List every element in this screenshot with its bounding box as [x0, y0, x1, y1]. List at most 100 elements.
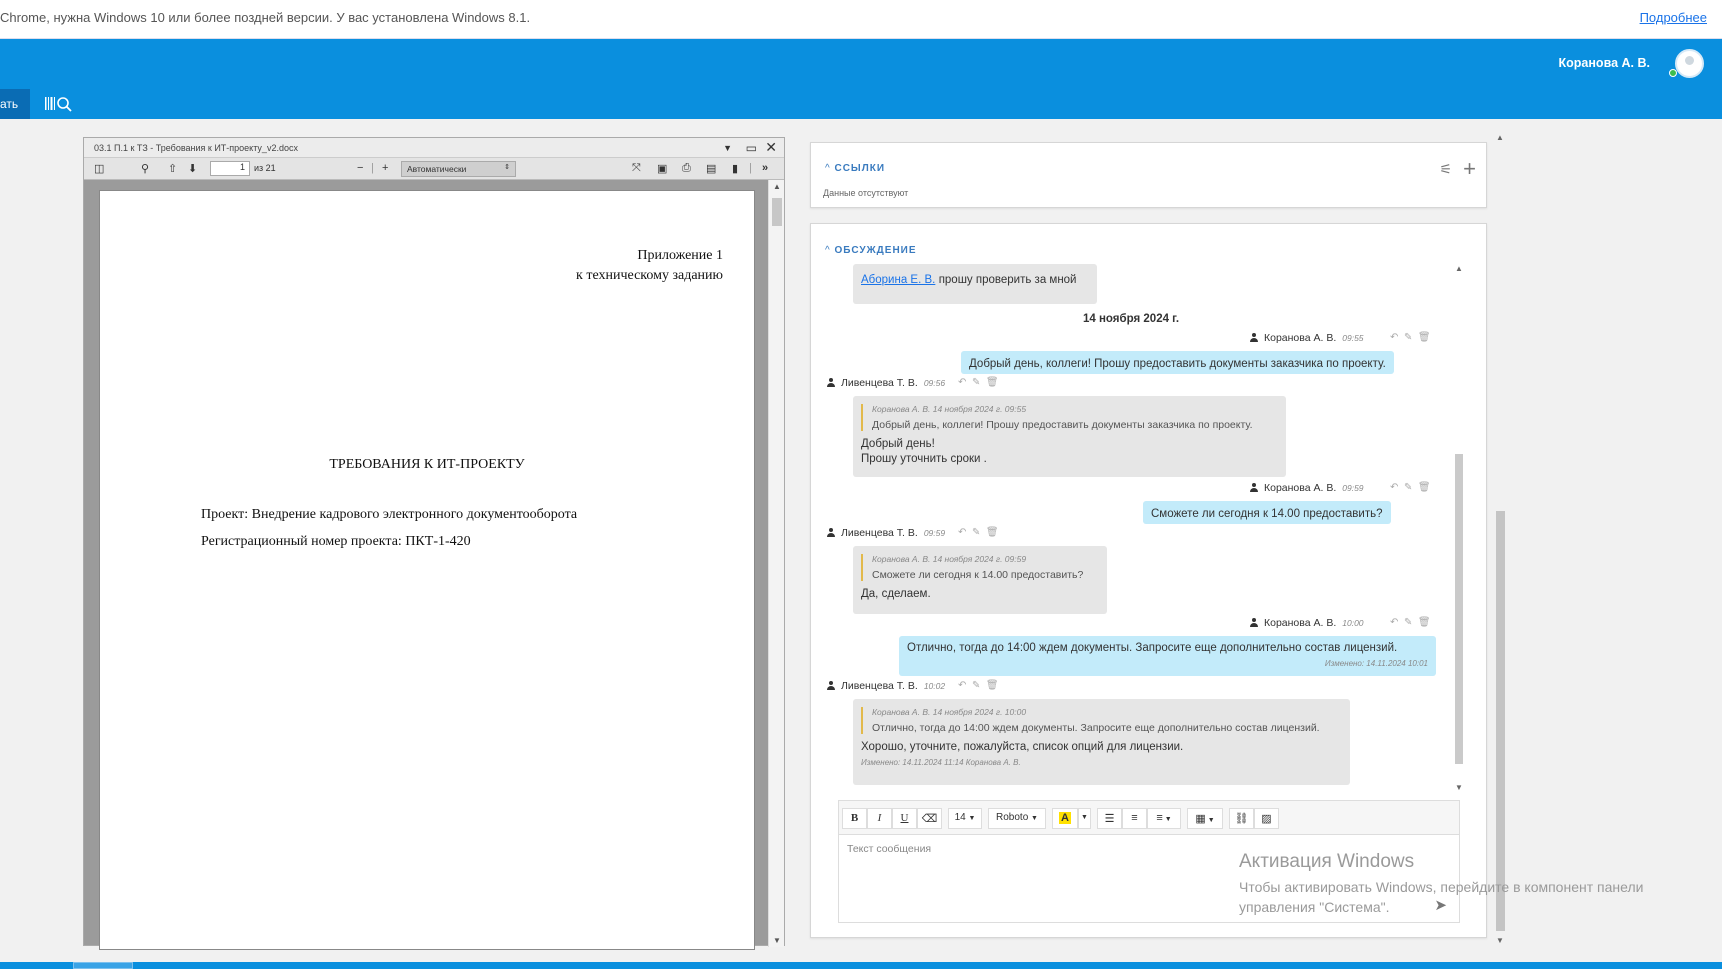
- bookmark-icon[interactable]: ▮: [732, 162, 738, 175]
- message-author: Коранова А. В.: [1264, 482, 1337, 494]
- quoted-message: Коранова А. В. 14 ноября 2024 г. 10:00 О…: [861, 707, 1342, 734]
- reply-icon[interactable]: ↶: [1390, 332, 1398, 343]
- edit-icon[interactable]: ✎: [972, 680, 980, 691]
- scroll-up-icon[interactable]: ▲: [773, 182, 781, 191]
- delete-icon[interactable]: 🗑: [986, 377, 999, 388]
- message-meta: Ливенцева Т. В. 09:59: [827, 527, 945, 539]
- delete-icon[interactable]: 🗑: [1418, 617, 1431, 628]
- message-text: Да, сделаем.: [861, 588, 931, 600]
- edited-note: Изменено: 14.11.2024 11:14 Коранова А. В…: [861, 758, 1021, 767]
- current-user-name[interactable]: Коранова А. В.: [1559, 56, 1650, 70]
- scroll-down-icon[interactable]: ▼: [773, 936, 781, 945]
- reply-icon[interactable]: ↶: [958, 377, 966, 388]
- taskbar-app-button[interactable]: [73, 962, 133, 969]
- reply-icon[interactable]: ↶: [958, 527, 966, 538]
- color-dropdown-button[interactable]: ▼: [1078, 808, 1091, 829]
- scroll-up-icon[interactable]: ▲: [1455, 264, 1463, 273]
- zoom-in-icon[interactable]: +: [382, 162, 388, 174]
- message-text: прошу проверить за мной: [938, 274, 1077, 286]
- table-button[interactable]: ▦ ▼: [1187, 808, 1223, 829]
- download-icon[interactable]: ▤: [706, 162, 716, 175]
- appendix-line: Приложение 1: [637, 248, 723, 263]
- italic-button[interactable]: I: [867, 808, 892, 829]
- sidebar-toggle-icon[interactable]: ◫: [94, 162, 104, 175]
- discussion-section: ^ ОБСУЖДЕНИЕ Аборина Е. В. прошу провери…: [810, 223, 1487, 938]
- reply-icon[interactable]: ↶: [1390, 482, 1398, 493]
- editor-toolbar: B I U ⌫ 14 ▼ Roboto ▼ A ▼ ☰ ≡ ≡ ▼ ▦ ▼ ⛓ …: [839, 801, 1459, 835]
- image-button[interactable]: ▨: [1254, 808, 1279, 829]
- edit-icon[interactable]: ✎: [1404, 482, 1412, 493]
- search-icon[interactable]: ⚲: [141, 162, 149, 175]
- active-tab[interactable]: ать: [0, 89, 30, 119]
- text-color-button[interactable]: A: [1052, 808, 1078, 829]
- dropdown-icon[interactable]: ▼: [723, 143, 732, 153]
- edit-icon[interactable]: ✎: [1404, 332, 1412, 343]
- reply-icon[interactable]: ↶: [1390, 617, 1398, 628]
- underline-button[interactable]: U: [892, 808, 917, 829]
- font-size-select[interactable]: 14 ▼: [948, 808, 982, 829]
- barcode-search-icon[interactable]: [44, 95, 76, 113]
- bold-button[interactable]: B: [842, 808, 867, 829]
- highlight-a-icon: A: [1059, 812, 1071, 824]
- more-info-link[interactable]: Подробнее: [1640, 10, 1707, 25]
- comment-icon[interactable]: ▭: [746, 141, 757, 155]
- print-icon[interactable]: ⎙: [682, 162, 691, 175]
- edit-icon[interactable]: ✎: [972, 377, 980, 388]
- message-input[interactable]: Текст сообщения: [847, 843, 931, 855]
- message-text: Хорошо, уточните, пожалуйста, список опц…: [861, 741, 1184, 753]
- scrollbar-thumb[interactable]: [1455, 454, 1463, 764]
- appendix-heading: Приложение 1 к техническому заданию: [576, 246, 723, 286]
- previous-page-icon[interactable]: ⇧: [168, 162, 177, 175]
- page-number-input[interactable]: 1: [210, 161, 250, 176]
- edit-icon[interactable]: ✎: [972, 527, 980, 538]
- delete-icon[interactable]: 🗑: [1418, 332, 1431, 343]
- user-mention-link[interactable]: Аборина Е. В.: [861, 274, 935, 286]
- font-size-value: 14: [954, 812, 966, 823]
- scroll-down-icon[interactable]: ▼: [1496, 936, 1504, 945]
- edit-icon[interactable]: ✎: [1404, 617, 1412, 628]
- message-bubble: Добрый день, коллеги! Прошу предоставить…: [961, 351, 1394, 374]
- discussion-title[interactable]: ^ ОБСУЖДЕНИЕ: [825, 245, 917, 256]
- fullscreen-icon[interactable]: ⤧: [632, 162, 641, 175]
- settings-sliders-icon[interactable]: ⚟: [1439, 161, 1452, 178]
- numbered-list-button[interactable]: ≡: [1122, 808, 1147, 829]
- delete-icon[interactable]: 🗑: [986, 527, 999, 538]
- font-family-select[interactable]: Roboto ▼: [988, 808, 1046, 829]
- edited-note: Изменено: 14.11.2024 10:01: [1324, 659, 1428, 668]
- next-page-icon[interactable]: ⬇: [188, 162, 197, 175]
- open-file-icon[interactable]: ▣: [657, 162, 667, 175]
- document-title: ТРЕБОВАНИЯ К ИТ-ПРОЕКТУ: [329, 457, 525, 472]
- align-button[interactable]: ≡ ▼: [1147, 808, 1181, 829]
- link-button[interactable]: ⛓: [1229, 808, 1254, 829]
- user-avatar[interactable]: [1675, 49, 1704, 78]
- message-author: Коранова А. В.: [1264, 332, 1337, 344]
- viewer-titlebar: 03.1 П.1 к ТЗ - Требования к ИТ-проекту_…: [84, 138, 784, 158]
- watermark-title: Активация Windows: [1239, 851, 1415, 872]
- quoted-message: Коранова А. В. 14 ноября 2024 г. 09:59 С…: [861, 554, 1099, 581]
- bullet-list-button[interactable]: ☰: [1097, 808, 1122, 829]
- user-icon: [827, 378, 835, 387]
- scroll-up-icon[interactable]: ▲: [1496, 133, 1504, 142]
- close-icon[interactable]: ✕: [765, 139, 777, 156]
- panel-scrollbar[interactable]: ▲ ▼: [1494, 133, 1506, 945]
- message-author: Ливенцева Т. В.: [841, 527, 918, 539]
- delete-icon[interactable]: 🗑: [986, 680, 999, 691]
- reply-icon[interactable]: ↶: [958, 680, 966, 691]
- chat-scrollbar[interactable]: ▲ ▼: [1454, 264, 1464, 792]
- scrollbar-thumb[interactable]: [772, 198, 782, 226]
- clear-format-button[interactable]: ⌫: [917, 808, 942, 829]
- add-icon[interactable]: +: [1463, 156, 1476, 182]
- message-meta: Ливенцева Т. В. 09:56: [827, 377, 945, 389]
- scroll-down-icon[interactable]: ▼: [1455, 783, 1463, 792]
- zoom-out-icon[interactable]: −: [357, 162, 363, 174]
- quote-meta: Коранова А. В. 14 ноября 2024 г. 10:00: [872, 707, 1027, 717]
- message-text: Добрый день, коллеги! Прошу предоставить…: [969, 358, 1386, 370]
- zoom-select[interactable]: Автоматически ⇕: [401, 161, 516, 177]
- links-title[interactable]: ^ ССЫЛКИ: [825, 163, 885, 174]
- message-actions: ↶ ✎ 🗑: [1390, 482, 1431, 493]
- more-tools-icon[interactable]: »: [762, 162, 768, 174]
- message-author: Коранова А. В.: [1264, 617, 1337, 629]
- delete-icon[interactable]: 🗑: [1418, 482, 1431, 493]
- viewer-scrollbar[interactable]: ▲ ▼: [768, 180, 784, 947]
- watermark-line: управления "Система".: [1239, 899, 1390, 915]
